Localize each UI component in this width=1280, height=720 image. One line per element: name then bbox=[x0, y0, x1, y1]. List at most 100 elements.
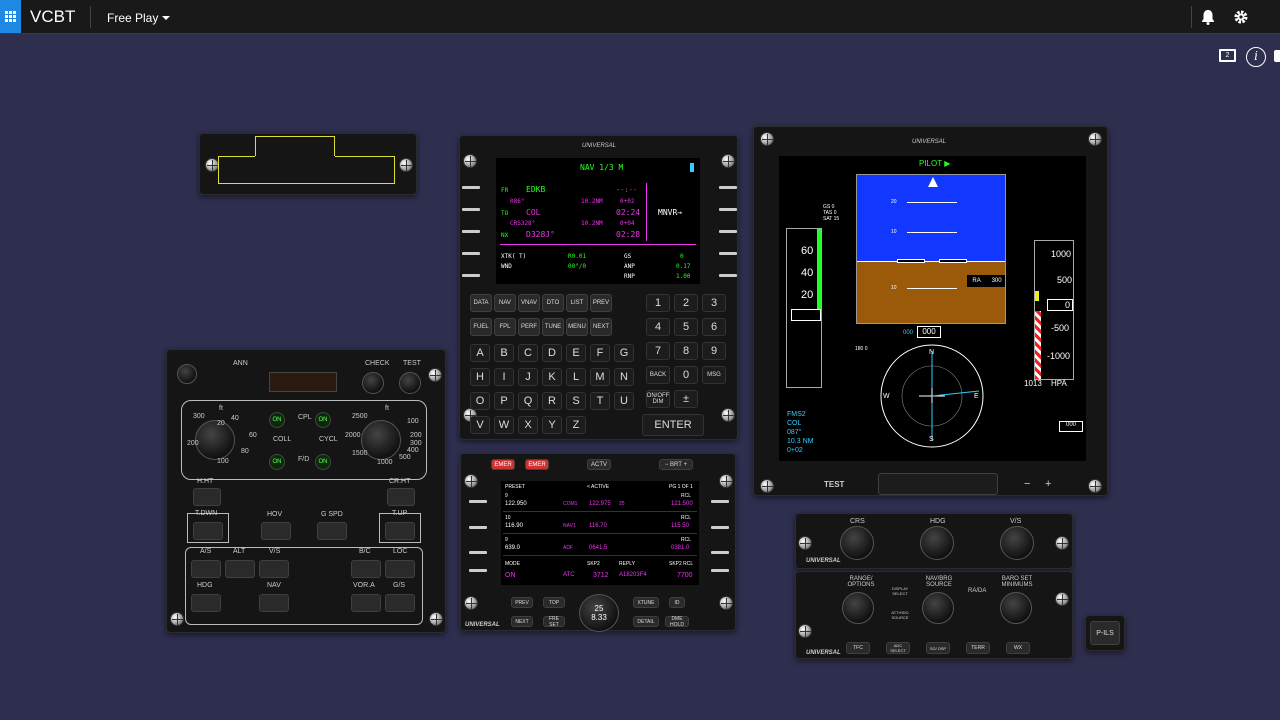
plus-button[interactable]: + bbox=[1045, 478, 1051, 490]
detail-button[interactable]: DETAIL bbox=[633, 616, 659, 627]
range-knob[interactable] bbox=[842, 592, 874, 624]
fms-alpha-key[interactable]: R bbox=[542, 392, 562, 410]
line-select-key[interactable] bbox=[711, 500, 729, 503]
gs-button[interactable] bbox=[385, 594, 415, 612]
fms-key-prev[interactable]: PREV bbox=[590, 294, 612, 312]
line-select-key[interactable] bbox=[711, 526, 729, 529]
fms-key-list[interactable]: LIST bbox=[566, 294, 588, 312]
enter-key[interactable]: ENTER bbox=[642, 414, 704, 436]
line-select-key[interactable] bbox=[462, 274, 480, 277]
fms-alpha-key[interactable]: T bbox=[590, 392, 610, 410]
sg-dsp-button[interactable]: SG/ DSP bbox=[926, 642, 950, 654]
fms-alpha-key[interactable]: P bbox=[494, 392, 514, 410]
check-button[interactable] bbox=[362, 372, 384, 394]
fms-alpha-key[interactable]: L bbox=[566, 368, 586, 386]
top-button[interactable]: TOP bbox=[543, 597, 565, 608]
fms-key-dto[interactable]: DTO bbox=[542, 294, 564, 312]
fms-key-menu[interactable]: MENU bbox=[566, 318, 588, 336]
fms-key-next[interactable]: NEXT bbox=[590, 318, 612, 336]
fms-alpha-key[interactable]: A bbox=[470, 344, 490, 362]
fms-key-fuel[interactable]: FUEL bbox=[470, 318, 492, 336]
vs-knob[interactable] bbox=[1000, 526, 1034, 560]
fms-key-fpl[interactable]: FPL bbox=[494, 318, 516, 336]
id-button[interactable]: ID bbox=[669, 597, 685, 608]
on-indicator[interactable]: ON bbox=[269, 412, 285, 428]
fms-key-vnav[interactable]: VNAV bbox=[518, 294, 540, 312]
fms-num-key[interactable]: 0 bbox=[674, 366, 698, 384]
line-select-key[interactable] bbox=[462, 230, 480, 233]
fms-num-key[interactable]: 1 bbox=[646, 294, 670, 312]
dme-hold-button[interactable]: DME HOLD bbox=[665, 616, 689, 628]
fms-alpha-key[interactable]: F bbox=[590, 344, 610, 362]
hht-button[interactable] bbox=[193, 488, 221, 506]
fms-alpha-key[interactable]: H bbox=[470, 368, 490, 386]
crht-button[interactable] bbox=[387, 488, 415, 506]
brt-control[interactable]: − BRT + bbox=[659, 459, 693, 470]
height-knob[interactable] bbox=[195, 420, 235, 460]
actv-button[interactable]: ACTV bbox=[587, 459, 611, 470]
fms-num-key[interactable]: 8 bbox=[674, 342, 698, 360]
bell-icon[interactable] bbox=[1200, 9, 1216, 25]
fms-num-key[interactable]: 2 bbox=[674, 294, 698, 312]
line-select-key[interactable] bbox=[719, 230, 737, 233]
fms-key-tune[interactable]: TUNE bbox=[542, 318, 564, 336]
line-select-key[interactable] bbox=[711, 569, 729, 572]
frequency-knob[interactable]: 25 8.33 bbox=[579, 594, 619, 632]
pils-button[interactable]: P-ILS bbox=[1090, 621, 1120, 645]
crs-knob[interactable] bbox=[840, 526, 874, 560]
hdg-button[interactable] bbox=[191, 594, 221, 612]
fms-alpha-key[interactable]: W bbox=[494, 416, 514, 434]
test-button[interactable] bbox=[399, 372, 421, 394]
fms-alpha-key[interactable]: C bbox=[518, 344, 538, 362]
fms-key-nav[interactable]: NAV bbox=[494, 294, 516, 312]
on-indicator[interactable]: ON bbox=[315, 412, 331, 428]
line-select-key[interactable] bbox=[711, 551, 729, 554]
fms-alpha-key[interactable]: O bbox=[470, 392, 490, 410]
fms-num-key[interactable]: 5 bbox=[674, 318, 698, 336]
fms-num-key[interactable]: ON/OFF DIM bbox=[646, 390, 670, 408]
info-icon[interactable]: i bbox=[1246, 47, 1266, 67]
emer-button[interactable]: EMER bbox=[525, 459, 549, 470]
tup-button[interactable] bbox=[385, 522, 415, 540]
knob[interactable] bbox=[177, 364, 197, 384]
line-select-key[interactable] bbox=[469, 526, 487, 529]
chevron-down-icon[interactable] bbox=[162, 16, 170, 20]
fre-set-button[interactable]: FRE SET bbox=[543, 616, 565, 628]
line-select-key[interactable] bbox=[462, 186, 480, 189]
fms-num-key[interactable]: MSG bbox=[702, 366, 726, 384]
fms-alpha-key[interactable]: E bbox=[566, 344, 586, 362]
brightness-control[interactable] bbox=[878, 473, 998, 495]
fms-alpha-key[interactable]: V bbox=[470, 416, 490, 434]
baro-knob[interactable] bbox=[1000, 592, 1032, 624]
mode-dropdown[interactable]: Free Play bbox=[107, 11, 158, 25]
gear-icon[interactable] bbox=[1274, 50, 1280, 62]
fms-alpha-key[interactable]: G bbox=[614, 344, 634, 362]
fms-num-key[interactable]: 7 bbox=[646, 342, 670, 360]
minus-button[interactable]: − bbox=[1024, 478, 1030, 490]
test-button[interactable]: TEST bbox=[824, 480, 844, 489]
line-select-key[interactable] bbox=[469, 500, 487, 503]
line-select-key[interactable] bbox=[719, 252, 737, 255]
vora-button[interactable] bbox=[351, 594, 381, 612]
on-indicator[interactable]: ON bbox=[315, 454, 331, 470]
nav-brg-knob[interactable] bbox=[922, 592, 954, 624]
fms-num-key[interactable]: 4 bbox=[646, 318, 670, 336]
loc-button[interactable] bbox=[385, 560, 415, 578]
prev-button[interactable]: PREV bbox=[511, 597, 533, 608]
xtune-button[interactable]: XTUNE bbox=[633, 597, 659, 608]
terr-button[interactable]: TERR bbox=[966, 642, 990, 654]
fms-alpha-key[interactable]: Z bbox=[566, 416, 586, 434]
tdwn-button[interactable] bbox=[193, 522, 223, 540]
fms-alpha-key[interactable]: S bbox=[566, 392, 586, 410]
line-select-key[interactable] bbox=[469, 551, 487, 554]
as-button[interactable] bbox=[191, 560, 221, 578]
fms-alpha-key[interactable]: U bbox=[614, 392, 634, 410]
line-select-key[interactable] bbox=[462, 208, 480, 211]
bc-button[interactable] bbox=[351, 560, 381, 578]
hov-button[interactable] bbox=[261, 522, 291, 540]
fms-alpha-key[interactable]: K bbox=[542, 368, 562, 386]
fms-num-key[interactable]: BACK bbox=[646, 366, 670, 384]
hdg-knob[interactable] bbox=[920, 526, 954, 560]
fms-key-perf[interactable]: PERF bbox=[518, 318, 540, 336]
fms-num-key[interactable]: ± bbox=[674, 390, 698, 408]
